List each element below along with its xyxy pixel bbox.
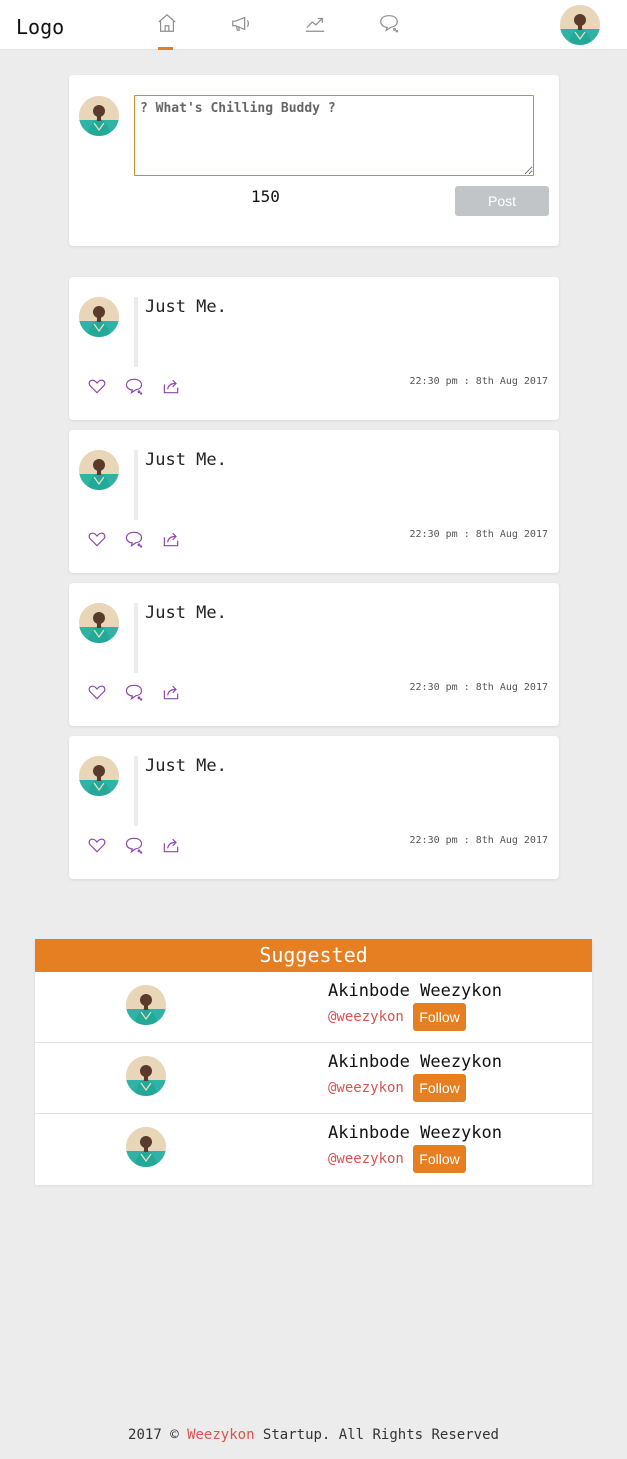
quote-bar: [134, 756, 138, 826]
suggested-user-row: Akinbode Weezykon @weezykon Follow: [35, 1043, 592, 1114]
follow-button[interactable]: Follow: [413, 1145, 466, 1173]
share-icon[interactable]: [161, 682, 181, 702]
post-button[interactable]: Post: [455, 186, 549, 216]
suggested-user-row: Akinbode Weezykon @weezykon Follow: [35, 1114, 592, 1185]
post-timestamp: 22:30 pm : 8th Aug 2017: [409, 682, 548, 693]
quote-bar: [134, 603, 138, 673]
like-icon[interactable]: [87, 682, 107, 702]
active-tab-indicator: [158, 47, 173, 50]
post-card: Just Me. 22:30 pm : 8th Aug 2017: [69, 736, 559, 879]
home-icon[interactable]: [156, 12, 178, 34]
share-icon[interactable]: [161, 529, 181, 549]
compose-avatar: [79, 96, 119, 136]
follow-button[interactable]: Follow: [413, 1074, 466, 1102]
post-avatar: [79, 756, 119, 796]
like-icon[interactable]: [87, 835, 107, 855]
like-icon[interactable]: [87, 376, 107, 396]
suggested-user-name[interactable]: Akinbode Weezykon: [328, 1052, 502, 1072]
post-card: Just Me. 22:30 pm : 8th Aug 2017: [69, 277, 559, 420]
footer-rights: Startup. All Rights Reserved: [254, 1427, 499, 1443]
suggested-user-avatar[interactable]: [126, 1056, 166, 1096]
follow-button[interactable]: Follow: [413, 1003, 466, 1031]
footer-copyright: 2017 ©: [128, 1427, 188, 1443]
post-timestamp: 22:30 pm : 8th Aug 2017: [409, 529, 548, 540]
suggested-user-avatar[interactable]: [126, 1127, 166, 1167]
comment-icon[interactable]: [124, 835, 144, 855]
post-text: Just Me.: [145, 756, 227, 776]
char-counter: 150: [251, 187, 280, 206]
footer: 2017 © Weezykon Startup. All Rights Rese…: [0, 1427, 627, 1443]
share-icon[interactable]: [161, 835, 181, 855]
post-card: Just Me. 22:30 pm : 8th Aug 2017: [69, 430, 559, 573]
post-avatar: [79, 450, 119, 490]
share-icon[interactable]: [161, 376, 181, 396]
post-avatar: [79, 297, 119, 337]
megaphone-icon[interactable]: [230, 12, 252, 34]
comment-icon[interactable]: [124, 529, 144, 549]
quote-bar: [134, 450, 138, 520]
like-icon[interactable]: [87, 529, 107, 549]
comment-icon[interactable]: [378, 12, 400, 34]
post-text: Just Me.: [145, 297, 227, 317]
suggested-panel: Suggested Akinbode Weezykon @weezykon Fo…: [35, 939, 592, 1185]
logo[interactable]: Logo: [16, 15, 64, 39]
suggested-user-handle[interactable]: @weezykon: [328, 1151, 404, 1167]
trending-icon[interactable]: [304, 12, 326, 34]
post-text: Just Me.: [145, 603, 227, 623]
footer-brand-link[interactable]: Weezykon: [187, 1427, 254, 1443]
post-timestamp: 22:30 pm : 8th Aug 2017: [409, 376, 548, 387]
user-avatar[interactable]: [560, 5, 600, 45]
status-input[interactable]: [134, 95, 534, 176]
compose-card: 150 Post: [69, 75, 559, 246]
suggested-user-handle[interactable]: @weezykon: [328, 1009, 404, 1025]
post-timestamp: 22:30 pm : 8th Aug 2017: [409, 835, 548, 846]
suggested-title: Suggested: [35, 939, 592, 972]
quote-bar: [134, 297, 138, 367]
post-text: Just Me.: [145, 450, 227, 470]
suggested-user-avatar[interactable]: [126, 985, 166, 1025]
top-nav-bar: Logo: [0, 0, 627, 50]
suggested-user-name[interactable]: Akinbode Weezykon: [328, 981, 502, 1001]
suggested-user-name[interactable]: Akinbode Weezykon: [328, 1123, 502, 1143]
comment-icon[interactable]: [124, 376, 144, 396]
post-avatar: [79, 603, 119, 643]
post-card: Just Me. 22:30 pm : 8th Aug 2017: [69, 583, 559, 726]
suggested-user-handle[interactable]: @weezykon: [328, 1080, 404, 1096]
suggested-user-row: Akinbode Weezykon @weezykon Follow: [35, 972, 592, 1043]
comment-icon[interactable]: [124, 682, 144, 702]
